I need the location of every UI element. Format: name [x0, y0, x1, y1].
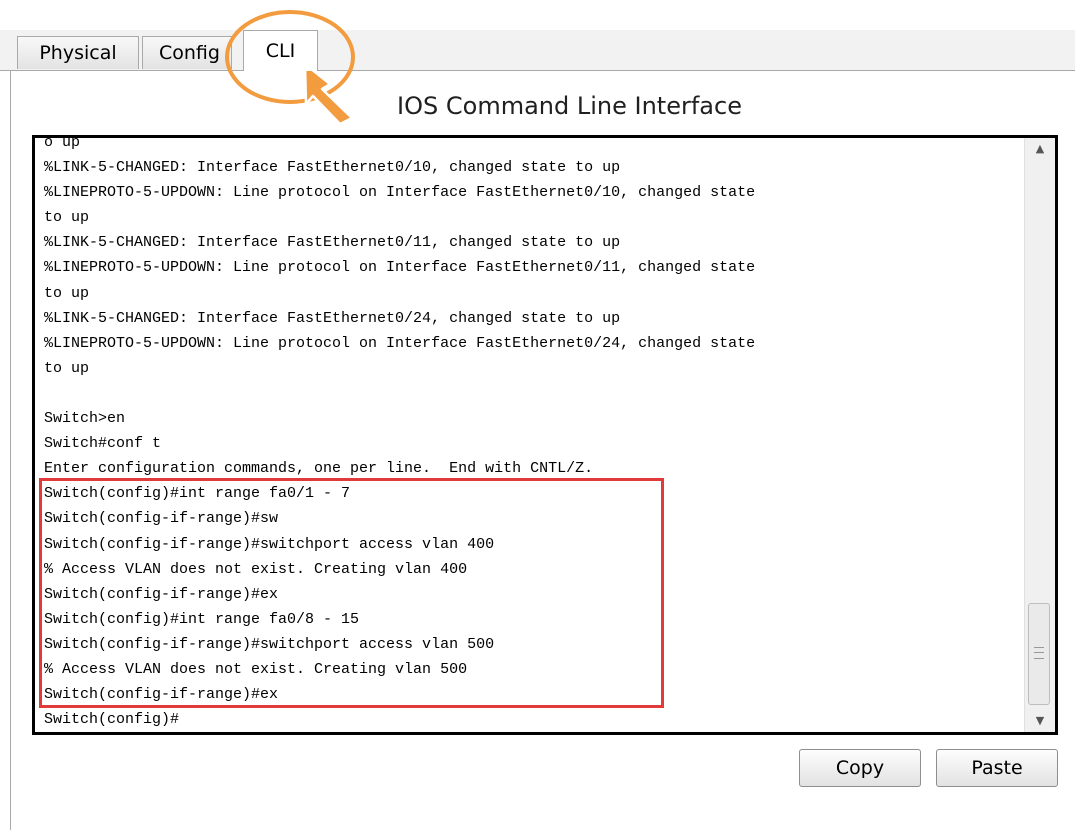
- tab-cli[interactable]: CLI: [243, 30, 318, 71]
- console-line: to up: [44, 209, 90, 227]
- console-line: Switch#conf t: [44, 435, 162, 453]
- console-line: Switch(config-if-range)#ex: [44, 686, 279, 704]
- console-line: %LINEPROTO-5-UPDOWN: Line protocol on In…: [44, 334, 756, 352]
- console-output: o up %LINK-5-CHANGED: Interface FastEther…: [44, 135, 1029, 732]
- console-line: Switch(config-if-range)#switchport acces…: [44, 635, 495, 653]
- console-line: to up: [44, 359, 90, 377]
- console-line: Switch(config-if-range)#switchport acces…: [44, 535, 495, 553]
- scroll-up-icon[interactable]: ▲: [1025, 138, 1055, 160]
- console-line: to up: [44, 284, 90, 302]
- console-line: Enter configuration commands, one per li…: [44, 460, 594, 478]
- console-line: %LINEPROTO-5-UPDOWN: Line protocol on In…: [44, 259, 756, 277]
- console-line: Switch(config)#: [44, 711, 180, 729]
- console-line: Switch(config)#int range fa0/1 - 7: [44, 485, 351, 503]
- tab-physical[interactable]: Physical: [17, 36, 139, 69]
- cli-console[interactable]: o up %LINK-5-CHANGED: Interface FastEther…: [32, 135, 1058, 735]
- console-line: %LINEPROTO-5-UPDOWN: Line protocol on In…: [44, 184, 756, 202]
- console-line: Switch>en: [44, 410, 126, 428]
- console-line: Switch(config-if-range)#ex: [44, 585, 279, 603]
- tab-config[interactable]: Config: [142, 36, 232, 69]
- console-line: % Access VLAN does not exist. Creating v…: [44, 560, 468, 578]
- console-line: % Access VLAN does not exist. Creating v…: [44, 660, 468, 678]
- scrollbar-thumb[interactable]: [1028, 603, 1050, 705]
- console-scrollbar[interactable]: ▲ ▼: [1024, 138, 1055, 732]
- console-line: o up: [44, 135, 81, 151]
- console-line: Switch(config)#int range fa0/8 - 15: [44, 610, 360, 628]
- panel-left-border: [10, 70, 11, 830]
- grip-icon: [1034, 647, 1044, 659]
- console-line: %LINK-5-CHANGED: Interface FastEthernet0…: [44, 309, 621, 327]
- scroll-down-icon[interactable]: ▼: [1025, 710, 1055, 732]
- page-title: IOS Command Line Interface: [397, 92, 742, 120]
- console-line: %LINK-5-CHANGED: Interface FastEthernet0…: [44, 234, 621, 252]
- console-line: Switch(config-if-range)#sw: [44, 510, 279, 528]
- paste-button[interactable]: Paste: [936, 749, 1058, 787]
- copy-button[interactable]: Copy: [799, 749, 921, 787]
- console-line: %LINK-5-CHANGED: Interface FastEthernet0…: [44, 159, 621, 177]
